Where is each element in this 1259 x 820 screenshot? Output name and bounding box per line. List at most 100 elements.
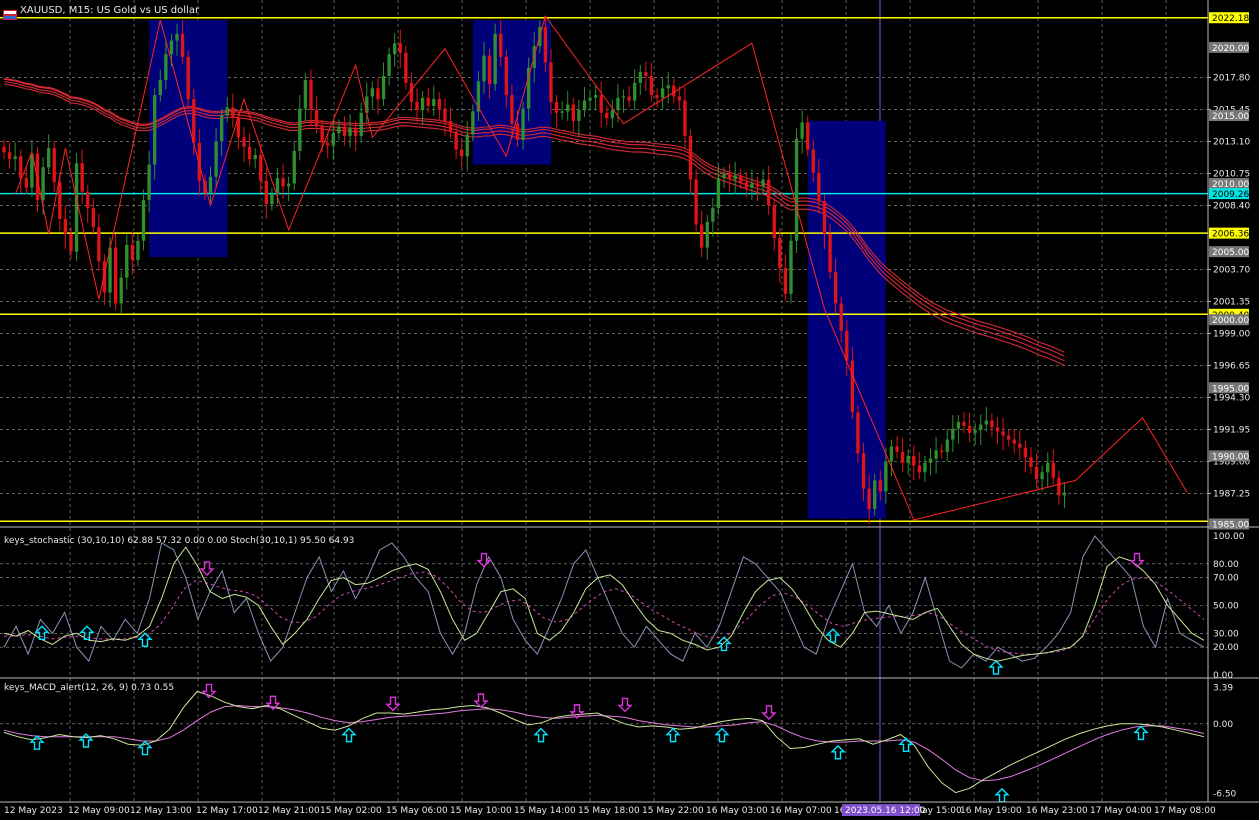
chart-canvas[interactable]: 100.00 80.00 70.00 50.00 30.00 20.00 0.00 3.39… bbox=[0, 0, 1259, 820]
candle-body bbox=[499, 33, 503, 57]
candle-body bbox=[677, 96, 682, 101]
candle-body bbox=[772, 205, 776, 239]
candle-body bbox=[393, 43, 397, 55]
candle-body bbox=[655, 95, 659, 98]
candle-body bbox=[52, 148, 56, 183]
candle-body bbox=[962, 421, 966, 426]
price-box-label: 1990.00 bbox=[1212, 452, 1249, 462]
candle-body bbox=[649, 76, 654, 96]
candle-body bbox=[1018, 443, 1022, 448]
candle-body bbox=[549, 62, 553, 102]
stoch-down-arrow-icon bbox=[476, 552, 492, 568]
time-label: 15 May 02:00 bbox=[320, 806, 382, 816]
candle-body bbox=[192, 99, 196, 143]
candle-body bbox=[1029, 457, 1033, 467]
candle-body bbox=[493, 33, 497, 85]
candle-body bbox=[337, 126, 341, 134]
candle-body bbox=[727, 174, 732, 180]
candle-body bbox=[739, 175, 743, 183]
candle-body bbox=[733, 175, 737, 180]
candle-body bbox=[342, 126, 347, 136]
candle-body bbox=[443, 108, 447, 121]
price-box-label: 1995.00 bbox=[1212, 384, 1249, 394]
candle-body bbox=[247, 146, 252, 160]
candle-body bbox=[203, 180, 207, 194]
candle-body bbox=[861, 453, 866, 489]
time-label: 12 May 13:00 bbox=[130, 806, 192, 816]
candle-body bbox=[175, 33, 179, 41]
candle-body bbox=[638, 71, 642, 83]
macd-down-arrow-icon bbox=[617, 697, 633, 713]
stochastic-label: keys_stochastic (30,10,10) 62.88 57.32 0… bbox=[4, 536, 355, 546]
time-label: 12 May 2023 bbox=[4, 806, 63, 816]
time-label: 15 May 10:00 bbox=[450, 806, 512, 816]
stochastic-panel: 100.00 80.00 70.00 50.00 30.00 20.00 0.00 bbox=[0, 532, 1245, 681]
candle-body bbox=[1040, 472, 1044, 480]
macd-up-arrow-icon bbox=[665, 727, 681, 743]
candle-body bbox=[465, 134, 469, 157]
candle-body bbox=[426, 97, 430, 106]
price-label: 2017.80 bbox=[1213, 73, 1250, 83]
candle-body bbox=[409, 82, 414, 102]
candle-body bbox=[387, 54, 391, 76]
candle-body bbox=[995, 427, 1000, 432]
candle-body bbox=[605, 112, 609, 119]
candle-body bbox=[616, 97, 620, 111]
candle-body bbox=[231, 107, 235, 119]
chart-window-icon[interactable] bbox=[3, 5, 17, 20]
candle-body bbox=[63, 218, 68, 234]
candle-body bbox=[242, 137, 246, 147]
candle-body bbox=[627, 96, 631, 101]
candle-body bbox=[588, 97, 592, 101]
candle-body bbox=[722, 174, 726, 179]
price-label: 2001.35 bbox=[1213, 297, 1250, 307]
candle-body bbox=[543, 26, 548, 63]
price-label: 2003.70 bbox=[1213, 265, 1250, 275]
candle-body bbox=[2, 146, 6, 153]
candle-body bbox=[967, 425, 972, 433]
candle-body bbox=[906, 455, 910, 463]
stoch-fast-line bbox=[3, 535, 1205, 669]
stoch-main-line bbox=[3, 546, 1205, 662]
candle-body bbox=[292, 150, 296, 184]
candle-body bbox=[593, 95, 598, 98]
candle-body bbox=[1062, 492, 1067, 496]
macd-label: keys_MACD_alert(12, 26, 9) 0.73 0.55 bbox=[4, 683, 175, 693]
price-box-label: 1985.00 bbox=[1212, 521, 1249, 531]
candle-body bbox=[817, 172, 821, 202]
time-label: 16 May 07:00 bbox=[770, 806, 832, 816]
candle-body bbox=[633, 82, 637, 101]
macd-up-arrow-icon bbox=[533, 727, 549, 743]
candle-body bbox=[130, 244, 135, 260]
price-label: 1991.95 bbox=[1213, 425, 1250, 435]
candle-body bbox=[990, 420, 994, 428]
price-label: 1996.65 bbox=[1213, 361, 1250, 371]
stoch-up-arrow-icon bbox=[988, 660, 1004, 675]
macd-down-arrow-icon bbox=[569, 704, 585, 719]
candle-body bbox=[320, 126, 324, 143]
candle-body bbox=[309, 80, 313, 111]
candle-body bbox=[700, 224, 704, 248]
macd-up-arrow-icon bbox=[830, 744, 846, 760]
candle-body bbox=[794, 138, 799, 241]
candle-body bbox=[125, 244, 129, 278]
candle-body bbox=[839, 303, 843, 331]
candle-body bbox=[895, 446, 899, 452]
candle-body bbox=[180, 33, 185, 57]
stoch-axis-label: 30.00 bbox=[1213, 629, 1239, 639]
candle-body bbox=[599, 95, 603, 113]
candle-body bbox=[24, 178, 28, 188]
candle-body bbox=[398, 43, 402, 53]
price-label: 2010.75 bbox=[1213, 169, 1250, 179]
candle-body bbox=[86, 191, 90, 209]
candle-body bbox=[900, 451, 905, 463]
candle-body bbox=[778, 238, 782, 268]
candle-body bbox=[169, 40, 174, 55]
macd-signal-line bbox=[3, 704, 1205, 782]
candle-body bbox=[610, 110, 615, 119]
candle-body bbox=[688, 135, 693, 180]
candle-body bbox=[755, 183, 760, 187]
candle-body bbox=[884, 461, 888, 492]
candle-body bbox=[381, 76, 386, 100]
candle-body bbox=[97, 227, 101, 262]
